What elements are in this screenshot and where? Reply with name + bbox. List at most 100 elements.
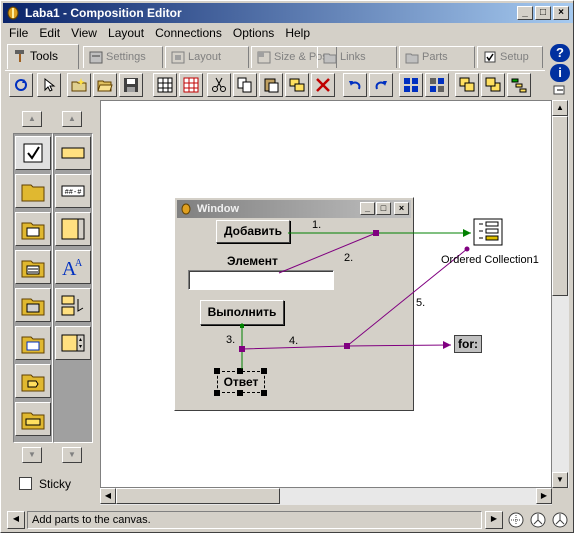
connection-2[interactable] [278,232,377,274]
minimize-button[interactable]: _ [517,6,533,20]
paste-button[interactable] [259,73,283,97]
scroll-right-button[interactable]: ▶ [536,488,552,504]
notebook-tabs: Tools Settings Layout Size & Pos Links P… [5,44,545,69]
category-checkbox[interactable] [15,136,51,170]
part-combo-box[interactable] [55,288,91,322]
scroll-down-button[interactable]: ▼ [552,472,568,488]
status-bar: ◀ Add parts to the canvas. ▶ [5,509,571,531]
refresh-button[interactable] [9,73,33,97]
sticky-label: Sticky [39,477,72,491]
horizontal-scroll-thumb[interactable] [116,488,280,504]
menu-file[interactable]: File [5,24,32,42]
sticky-checkbox[interactable] [19,477,32,490]
open-button[interactable] [93,73,117,97]
svg-text:##-#: ##-# [65,189,82,197]
select-button[interactable] [37,73,61,97]
redo-button[interactable] [369,73,393,97]
tab-layout[interactable]: Layout [165,46,249,68]
copy-part-button[interactable] [285,73,309,97]
horizontal-scrollbar[interactable]: ◀ ▶ [100,488,552,505]
distribute-button[interactable] [425,73,449,97]
category-scroll-down[interactable]: ▼ [22,447,42,463]
checkbox-icon [484,51,496,63]
arrow-head [463,229,471,237]
part-spin-button[interactable] [55,326,91,360]
help-icon[interactable]: ? [550,44,570,62]
menu-edit[interactable]: Edit [35,24,64,42]
menu-help[interactable]: Help [281,24,314,42]
align-grid-button[interactable] [399,73,423,97]
status-right-button[interactable]: ▶ [485,511,503,529]
category-folder-7[interactable] [15,402,51,436]
for-script-part[interactable]: for: [454,335,482,353]
bring-front-button[interactable] [455,73,479,97]
tab-links[interactable]: Links [317,46,397,68]
part-multiline-field[interactable] [55,212,91,246]
ordered-collection-label: Ordered Collection1 [441,254,539,266]
grid-red-button[interactable] [179,73,203,97]
undo-button[interactable] [343,73,367,97]
category-folder-4[interactable] [15,288,51,322]
tab-parts[interactable]: Parts [399,46,475,68]
parts-column: ##-# AA [53,133,93,443]
category-scroll-up[interactable]: ▲ [22,111,42,127]
connection-label-5: 5. [416,297,426,309]
composition-editor-window: Laba1 - Composition Editor _ □ × File Ed… [0,0,574,533]
gauge-icon[interactable] [551,511,569,529]
part-text-label[interactable]: AA [55,250,91,284]
app-icon [7,6,19,20]
settings-icon [89,51,103,64]
tab-order-button[interactable] [507,73,531,97]
menu-connections[interactable]: Connections [151,24,226,42]
part-formatted-field[interactable]: ##-# [55,174,91,208]
info-icon[interactable]: i [550,64,570,82]
maximize-button[interactable]: □ [535,6,551,20]
scroll-left-button[interactable]: ◀ [100,488,116,504]
layout-icon [171,51,185,64]
copy-button[interactable] [233,73,257,97]
tab-setup[interactable]: Setup [477,46,543,68]
composition-canvas[interactable]: Window _ □ × Добавить Элемент Выполнить … [100,100,552,488]
connection-node[interactable] [373,230,379,236]
category-folder-6[interactable] [15,364,51,398]
send-back-button[interactable] [481,73,505,97]
category-folder-1[interactable] [15,174,51,208]
vertical-scrollbar[interactable]: ▲ ▼ [552,100,569,488]
save-button[interactable] [119,73,143,97]
category-column [13,133,53,443]
grid-button[interactable] [153,73,177,97]
connection-node[interactable] [344,343,350,349]
new-button[interactable] [67,73,91,97]
cursor-icon[interactable] [507,511,525,529]
parts-scroll-down[interactable]: ▼ [62,447,82,463]
size-icon [257,51,271,64]
hammer-icon [15,50,24,62]
scroll-up-button[interactable]: ▲ [552,100,568,116]
connection-node[interactable] [240,324,244,328]
connection-node[interactable] [239,346,245,352]
category-folder-2[interactable] [15,212,51,246]
close-button[interactable]: × [553,6,569,20]
arrow-head [443,341,451,349]
tab-tools[interactable]: Tools [7,44,79,69]
tab-settings[interactable]: Settings [83,46,163,68]
category-folder-5[interactable] [15,326,51,360]
part-entry-field[interactable] [55,136,91,170]
menu-bar: File Edit View Layout Connections Option… [5,24,314,42]
title-bar: Laba1 - Composition Editor _ □ × [3,3,573,23]
menu-view[interactable]: View [67,24,101,42]
connection-node[interactable] [464,246,470,252]
pin-icon[interactable] [551,84,569,98]
delete-button[interactable] [311,73,335,97]
category-folder-3[interactable] [15,250,51,284]
gauge-icon[interactable] [529,511,547,529]
parts-scroll-up[interactable]: ▲ [62,111,82,127]
menu-options[interactable]: Options [229,24,278,42]
connection-label-4: 4. [289,335,299,347]
cut-button[interactable] [207,73,231,97]
status-left-button[interactable]: ◀ [7,511,25,529]
connections-layer [239,218,503,369]
parts-palette: ▲ ▲ ##-# AA ▼ ▼ Sticky [5,101,98,506]
vertical-scroll-thumb[interactable] [552,116,568,296]
menu-layout[interactable]: Layout [104,24,148,42]
